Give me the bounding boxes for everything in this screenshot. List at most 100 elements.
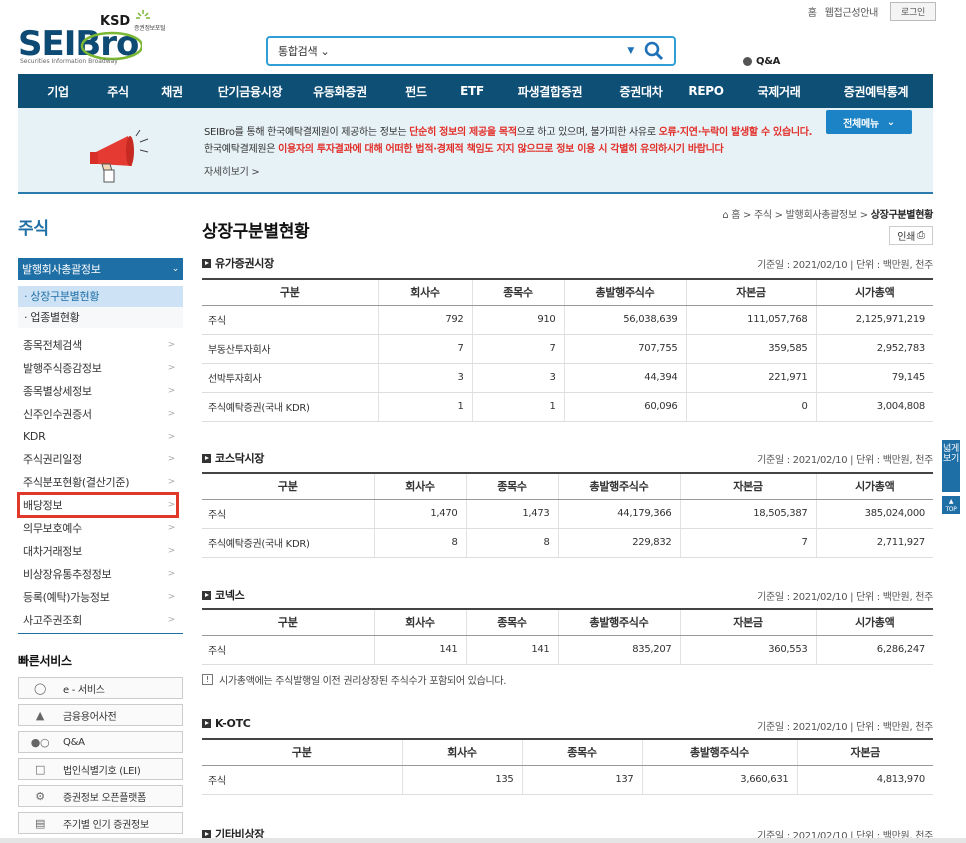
print-button[interactable]: 인쇄 ⎙ bbox=[889, 226, 933, 245]
sidebar-item[interactable]: 발행주식증감정보 > bbox=[18, 357, 183, 380]
table-cell: 2,952,783 bbox=[815, 334, 933, 364]
sidebar-item[interactable]: 비상장유통추정정보 > bbox=[18, 563, 183, 586]
table-cell: 910 bbox=[471, 305, 564, 335]
quick-service-title: 빠른서비스 bbox=[18, 654, 72, 668]
sidebar-item[interactable]: 종목별상세정보 > bbox=[18, 380, 183, 403]
home-icon[interactable]: ⌂ bbox=[722, 210, 728, 221]
sidebar-item[interactable]: 의무보호예수 > bbox=[18, 517, 183, 541]
quick-qa[interactable]: ●○ Q&A bbox=[18, 731, 183, 753]
search-category-select[interactable]: 통합검색 ⌄ bbox=[278, 43, 330, 59]
table-cell: 44,394 bbox=[563, 363, 686, 393]
table-header-cell: 회사수 bbox=[377, 278, 472, 306]
wide-view-button[interactable]: 넓게보기 bbox=[942, 440, 960, 492]
table-header-cell: 자본금 bbox=[685, 278, 816, 306]
section-title: K-OTC bbox=[202, 717, 251, 730]
sidebar-group-header[interactable]: 발행회사총괄정보 ⌄ bbox=[18, 258, 183, 280]
nav-item[interactable]: 증권예탁통계 bbox=[826, 83, 926, 100]
table-header-cell: 자본금 bbox=[679, 472, 816, 500]
seibro-logo[interactable]: KSD 증권정보포털 SEIBro Securities Information… bbox=[18, 10, 178, 66]
info-icon: ! bbox=[202, 674, 213, 685]
nav-item[interactable]: 펀드 bbox=[386, 83, 446, 100]
dropdown-arrow-icon[interactable]: ▼ bbox=[627, 46, 634, 56]
nav-item[interactable]: 채권 bbox=[138, 83, 206, 100]
sidebar-item[interactable]: 주식분포현황(결산기준) > bbox=[18, 471, 183, 495]
graduation-cap-icon: ▲ bbox=[35, 708, 45, 722]
sidebar-subitem[interactable]: · 상장구분별현황 bbox=[18, 286, 183, 307]
kosdaq-table: 구분 회사수 종목수 총발행주식수 자본금 시가총액 주식 1,470 1,473 44,179… bbox=[202, 472, 933, 558]
table-header-cell: 종목수 bbox=[521, 738, 642, 766]
table-cell: 835,207 bbox=[557, 635, 680, 665]
banner-text: SEIBro를 통해 한국예탁결제원이 제공하는 정보는 단순히 정보의 제공을… bbox=[204, 127, 813, 178]
arrow-up-icon: ▲ bbox=[948, 498, 954, 505]
table-cell: 111,057,768 bbox=[685, 305, 816, 335]
table-row: 주식 141 141 835,207 360,553 6,286,247 bbox=[202, 635, 933, 665]
reference-info: 기준일 : 2021/02/10 | 단위 : 백만원, 천주 bbox=[757, 455, 933, 466]
printer-icon: ⎙ bbox=[917, 230, 925, 241]
section-title: 유가증권시장 bbox=[202, 255, 274, 271]
reference-info: 기준일 : 2021/02/10 | 단위 : 백만원, 천주 bbox=[757, 260, 933, 271]
nav-item[interactable]: 기업 bbox=[18, 83, 98, 100]
nav-item[interactable]: 증권대차 bbox=[602, 83, 680, 100]
scroll-top-button[interactable]: ▲ TOP bbox=[942, 496, 960, 514]
table-cell: 1,473 bbox=[465, 499, 558, 529]
table-header-cell: 시가총액 bbox=[815, 608, 933, 636]
table-header-cell: 자본금 bbox=[679, 608, 816, 636]
nav-item[interactable]: 주식 bbox=[98, 83, 138, 100]
all-menu-button[interactable]: 전체메뉴 ⌄ bbox=[826, 110, 912, 134]
table-cell: 229,832 bbox=[557, 528, 680, 558]
quick-eservice[interactable]: ◯ e - 서비스 bbox=[18, 677, 183, 699]
table-row: 선박투자회사 3 3 44,394 221,971 79,145 bbox=[202, 363, 933, 393]
qa-link[interactable]: Q&A bbox=[743, 56, 780, 67]
table-cell: 주식예탁증권(국내 KDR) bbox=[202, 528, 374, 558]
section-title: 코스닥시장 bbox=[202, 450, 264, 466]
table-cell: 8 bbox=[373, 528, 466, 558]
table-row: 주식예탁증권(국내 KDR) 8 8 229,832 7 2,711,927 bbox=[202, 528, 933, 558]
quick-popular[interactable]: ▤ 주기별 인기 증권정보 bbox=[18, 812, 183, 834]
reference-info: 기준일 : 2021/02/10 | 단위 : 백만원, 천주 bbox=[757, 592, 933, 603]
horizontal-scrollbar[interactable] bbox=[0, 838, 966, 843]
search-box[interactable]: 통합검색 ⌄ ▼ bbox=[266, 36, 676, 66]
table-cell: 60,096 bbox=[563, 392, 686, 422]
login-button[interactable]: 로그인 bbox=[890, 2, 936, 21]
table-header-cell: 시가총액 bbox=[815, 278, 933, 306]
sidebar-title: 주식 bbox=[18, 219, 49, 239]
sidebar-item[interactable]: 신주인수권증서 > bbox=[18, 403, 183, 426]
nav-item[interactable]: 파생결합증권 bbox=[498, 83, 602, 100]
table-row: 주식예탁증권(국내 KDR) 1 1 60,096 0 3,004,808 bbox=[202, 392, 933, 422]
sidebar-subitem[interactable]: · 업종별현황 bbox=[18, 307, 183, 328]
table-header-cell: 총발행주식수 bbox=[557, 608, 680, 636]
table-cell: 359,585 bbox=[685, 334, 816, 364]
sidebar-item[interactable]: 사고주권조회 > bbox=[18, 609, 183, 632]
table-cell: 3,004,808 bbox=[815, 392, 933, 422]
table-header-cell: 구분 bbox=[202, 472, 374, 500]
table-cell: 부동산투자회사 bbox=[202, 334, 378, 364]
more-link[interactable]: 자세히보기 > bbox=[204, 167, 260, 178]
quick-glossary[interactable]: ▲ 금융용어사전 bbox=[18, 704, 183, 726]
table-cell: 385,024,000 bbox=[815, 499, 933, 529]
search-icon[interactable] bbox=[644, 41, 664, 61]
accessibility-link[interactable]: 웹접근성안내 bbox=[825, 4, 879, 19]
sidebar-item[interactable]: 대차거래정보 > bbox=[18, 540, 183, 563]
nav-item[interactable]: REPO bbox=[680, 84, 732, 98]
sidebar-item[interactable]: 주식권리일정 > bbox=[18, 448, 183, 472]
table-row: 주식 792 910 56,038,639 111,057,768 2,125,971,2… bbox=[202, 305, 933, 335]
quick-lei[interactable]: □ 법인식별기호 (LEI) bbox=[18, 758, 183, 780]
nav-item[interactable]: ETF bbox=[446, 84, 498, 98]
api-gear-icon: ⚙ bbox=[35, 789, 45, 803]
table-row: 주식 135 137 3,660,631 4,813,970 bbox=[202, 765, 933, 795]
table-cell: 0 bbox=[685, 392, 816, 422]
quick-openapi[interactable]: ⚙ 증권정보 오픈플랫폼 bbox=[18, 785, 183, 807]
sidebar-item[interactable]: 등록(예탁)가능정보 > bbox=[18, 586, 183, 609]
megaphone-icon bbox=[90, 130, 149, 183]
konex-table: 구분 회사수 종목수 총발행주식수 자본금 시가총액 주식 141 141 835,207 360… bbox=[202, 608, 933, 665]
sidebar-item[interactable]: 종목전체검색 > bbox=[18, 334, 183, 357]
home-link[interactable]: 홈 bbox=[808, 4, 817, 19]
globe-icon: ◯ bbox=[33, 681, 46, 695]
kospi-table: 구분 회사수 종목수 총발행주식수 자본금 시가총액 주식 792 910 56,038,639… bbox=[202, 278, 933, 422]
nav-item[interactable]: 유동화증권 bbox=[294, 83, 386, 100]
nav-item[interactable]: 단기금융시장 bbox=[206, 83, 294, 100]
sidebar-item[interactable]: KDR > bbox=[18, 426, 183, 449]
table-header-cell: 회사수 bbox=[373, 608, 466, 636]
kotc-table: 구분 회사수 종목수 총발행주식수 자본금 주식 135 137 3,660,631 4,813… bbox=[202, 738, 933, 795]
nav-item[interactable]: 국제거래 bbox=[732, 83, 826, 100]
